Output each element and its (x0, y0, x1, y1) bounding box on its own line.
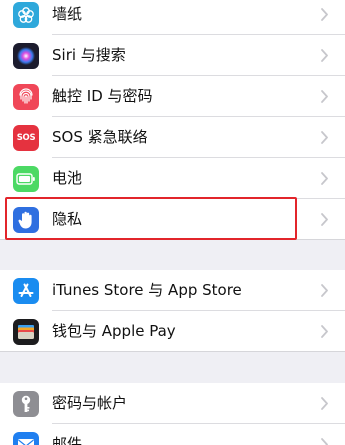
settings-row-sos[interactable]: SOS SOS 紧急联络 (0, 117, 345, 158)
settings-row-label: 触控 ID 与密码 (52, 87, 153, 105)
settings-row-wallpaper[interactable]: 墙纸 (0, 0, 345, 35)
settings-row-privacy[interactable]: 隐私 (0, 199, 345, 240)
settings-row-wallet[interactable]: 钱包与 Apple Pay (0, 311, 345, 352)
sos-icon: SOS (13, 125, 39, 151)
settings-row-label: 密码与帐户 (52, 394, 128, 412)
settings-row-touch-id[interactable]: 触控 ID 与密码 (0, 76, 345, 117)
chevron-right-icon (321, 397, 328, 410)
settings-row-passwords-accounts[interactable]: 密码与帐户 (0, 383, 345, 424)
settings-row-label: 钱包与 Apple Pay (52, 322, 176, 340)
settings-row-siri[interactable]: Siri 与搜索 (0, 35, 345, 76)
settings-row-mail[interactable]: 邮件 (0, 424, 345, 445)
settings-row-label: 电池 (52, 169, 83, 187)
settings-row-label: iTunes Store 与 App Store (52, 281, 242, 299)
fingerprint-icon (13, 84, 39, 110)
chevron-right-icon (321, 8, 328, 21)
settings-group-general: 墙纸 Siri 与搜索 触控 ID 与密码 SOS SOS 紧急联络 电池 隐私 (0, 0, 345, 240)
hand-icon (13, 207, 39, 233)
settings-screen: 墙纸 Siri 与搜索 触控 ID 与密码 SOS SOS 紧急联络 电池 隐私… (0, 0, 345, 445)
app-store-icon (13, 278, 39, 304)
chevron-right-icon (321, 90, 328, 103)
chevron-right-icon (321, 172, 328, 185)
chevron-right-icon (321, 131, 328, 144)
settings-row-itunes-app-store[interactable]: iTunes Store 与 App Store (0, 270, 345, 311)
chevron-right-icon (321, 213, 328, 226)
chevron-right-icon (321, 325, 328, 338)
settings-group-store: iTunes Store 与 App Store 钱包与 Apple Pay (0, 270, 345, 352)
chevron-right-icon (321, 49, 328, 62)
battery-icon (13, 166, 39, 192)
settings-row-battery[interactable]: 电池 (0, 158, 345, 199)
settings-row-label: 隐私 (52, 210, 83, 228)
settings-row-label: SOS 紧急联络 (52, 128, 148, 146)
mail-icon (13, 432, 39, 445)
key-icon (13, 391, 39, 417)
settings-row-label: 墙纸 (52, 5, 83, 23)
siri-icon (13, 43, 39, 69)
chevron-right-icon (321, 284, 328, 297)
settings-group-accounts: 密码与帐户 邮件 (0, 383, 345, 445)
wallet-icon (13, 319, 39, 345)
settings-row-label: 邮件 (52, 435, 83, 445)
chevron-right-icon (321, 438, 328, 445)
settings-row-label: Siri 与搜索 (52, 46, 126, 64)
wallpaper-icon (13, 2, 39, 28)
